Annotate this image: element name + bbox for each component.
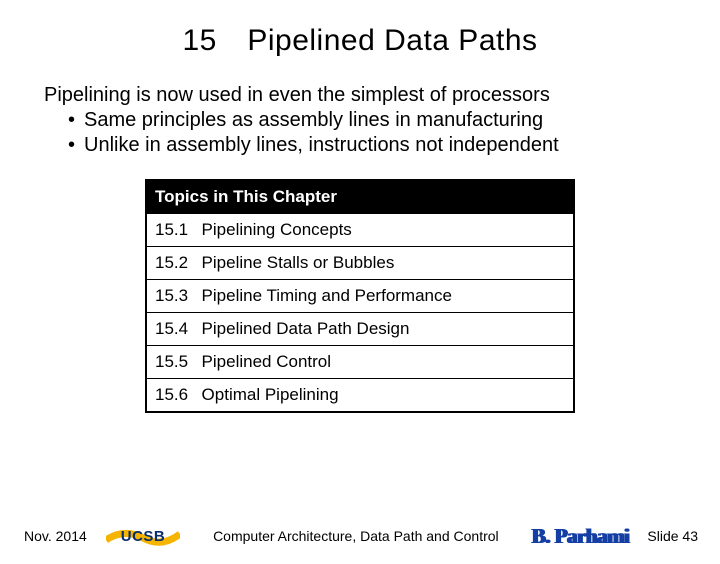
slide-number: Slide 43	[647, 528, 698, 544]
table-row: 15.6 Optimal Pipelining	[146, 379, 574, 413]
author-name: B. Parhami	[532, 524, 630, 549]
table-row: 15.2 Pipeline Stalls or Bubbles	[146, 247, 574, 280]
section-num: 15.6	[155, 385, 192, 404]
table-row: 15.5 Pipelined Control	[146, 346, 574, 379]
bullet-1: •Same principles as assembly lines in ma…	[68, 109, 720, 132]
section-title: Pipelined Data Path Design	[202, 319, 410, 338]
logo-text: UCSB	[121, 528, 166, 545]
section-title: Pipelined Control	[202, 352, 331, 371]
bullet-icon: •	[68, 109, 84, 132]
ucsb-logo: UCSB	[106, 522, 180, 550]
table-row: 15.1 Pipelining Concepts	[146, 214, 574, 247]
section-num: 15.3	[155, 286, 192, 305]
table-row: 15.3 Pipeline Timing and Performance	[146, 280, 574, 313]
bullet-2: •Unlike in assembly lines, instructions …	[68, 134, 720, 157]
topics-table: Topics in This Chapter 15.1 Pipelining C…	[145, 179, 575, 413]
section-num: 15.4	[155, 319, 192, 338]
section-num: 15.5	[155, 352, 192, 371]
section-title: Pipeline Timing and Performance	[202, 286, 452, 305]
footer-center: Computer Architecture, Data Path and Con…	[180, 528, 532, 544]
bullet-text: Same principles as assembly lines in man…	[84, 109, 543, 131]
footer-date: Nov. 2014	[24, 528, 94, 544]
bullet-text: Unlike in assembly lines, instructions n…	[84, 134, 559, 156]
slide-title: 15 Pipelined Data Paths	[0, 24, 720, 58]
section-title: Optimal Pipelining	[202, 385, 339, 404]
table-row: 15.4 Pipelined Data Path Design	[146, 313, 574, 346]
intro-block: Pipelining is now used in even the simpl…	[44, 84, 720, 157]
section-num: 15.1	[155, 220, 192, 239]
intro-line: Pipelining is now used in even the simpl…	[44, 84, 720, 107]
section-title: Pipelining Concepts	[202, 220, 352, 239]
bullet-icon: •	[68, 134, 84, 157]
section-title: Pipeline Stalls or Bubbles	[202, 253, 395, 272]
topics-header: Topics in This Chapter	[146, 180, 574, 214]
footer: Nov. 2014 UCSB Computer Architecture, Da…	[0, 522, 720, 550]
section-num: 15.2	[155, 253, 192, 272]
